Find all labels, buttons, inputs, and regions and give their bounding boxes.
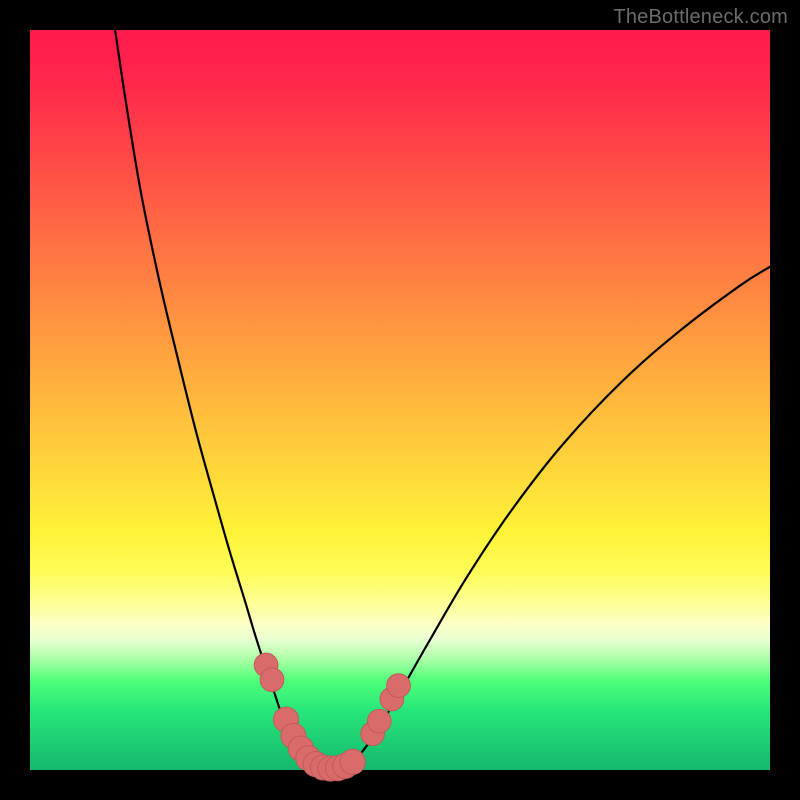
chart-svg — [30, 30, 770, 770]
data-marker — [340, 749, 365, 774]
plot-area — [30, 30, 770, 770]
data-marker — [367, 709, 391, 733]
chart-frame: TheBottleneck.com — [0, 0, 800, 800]
marker-group — [254, 653, 410, 781]
watermark-text: TheBottleneck.com — [613, 6, 788, 29]
data-marker — [387, 674, 411, 698]
curve-right-branch — [345, 267, 771, 769]
curve-left-branch — [115, 30, 315, 769]
data-marker — [260, 668, 284, 692]
